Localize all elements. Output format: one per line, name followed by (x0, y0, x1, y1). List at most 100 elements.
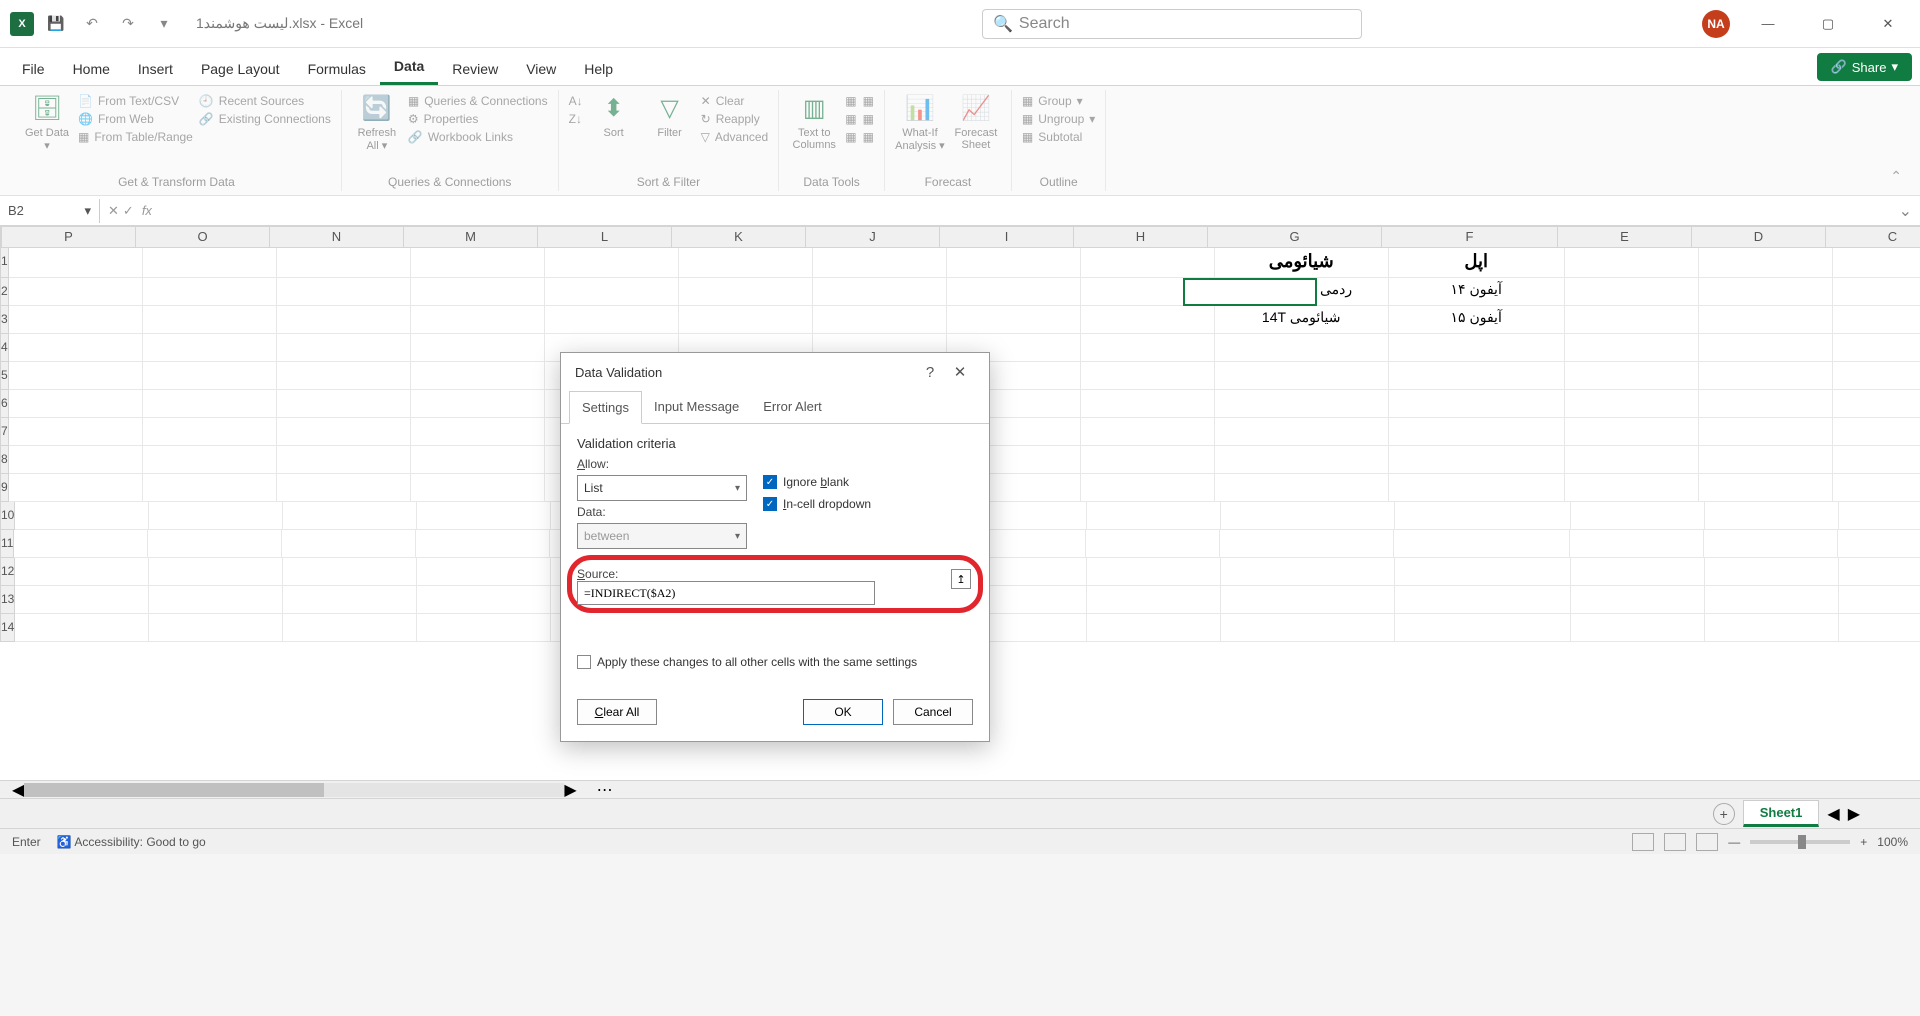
advanced-filter[interactable]: ▽ Advanced (701, 130, 769, 144)
range-picker-icon[interactable]: ↥ (951, 569, 971, 589)
cell-J3[interactable] (813, 306, 947, 334)
col-header-O[interactable]: O (136, 226, 270, 248)
cell-K2[interactable] (679, 278, 813, 306)
col-header-N[interactable]: N (270, 226, 404, 248)
zoom-slider[interactable] (1750, 840, 1850, 844)
cell-M11[interactable] (416, 530, 550, 558)
cell-G9[interactable] (1215, 474, 1389, 502)
cell-P2[interactable] (9, 278, 143, 306)
cell-M2[interactable] (411, 278, 545, 306)
cell-H11[interactable] (1086, 530, 1220, 558)
cell-G13[interactable] (1221, 586, 1395, 614)
col-header-K[interactable]: K (672, 226, 806, 248)
cell-J2[interactable] (813, 278, 947, 306)
properties[interactable]: ⚙ Properties (408, 112, 548, 126)
cell-G14[interactable] (1221, 614, 1395, 642)
cell-C10[interactable] (1839, 502, 1920, 530)
cell-P8[interactable] (9, 446, 143, 474)
cell-M10[interactable] (417, 502, 551, 530)
cell-E5[interactable] (1565, 362, 1699, 390)
cell-O6[interactable] (143, 390, 277, 418)
cell-P4[interactable] (9, 334, 143, 362)
cell-M9[interactable] (411, 474, 545, 502)
cell-K3[interactable] (679, 306, 813, 334)
cell-G8[interactable] (1215, 446, 1389, 474)
recent-sources[interactable]: 🕘 Recent Sources (199, 94, 331, 108)
name-box[interactable]: B2▾ (0, 199, 100, 223)
text-to-columns-button[interactable]: ▥Text to Columns (789, 94, 839, 151)
col-header-E[interactable]: E (1558, 226, 1692, 248)
cell-H12[interactable] (1087, 558, 1221, 586)
cell-G10[interactable] (1221, 502, 1395, 530)
cell-N13[interactable] (283, 586, 417, 614)
cell-M12[interactable] (417, 558, 551, 586)
cell-P3[interactable] (9, 306, 143, 334)
cell-E8[interactable] (1565, 446, 1699, 474)
cell-G5[interactable] (1215, 362, 1389, 390)
more-icon[interactable]: ⋯ (597, 780, 613, 800)
cancel-formula-icon[interactable]: ✕ (108, 203, 119, 219)
cell-I2[interactable] (947, 278, 1081, 306)
cell-E3[interactable] (1565, 306, 1699, 334)
cell-M5[interactable] (411, 362, 545, 390)
queries-connections[interactable]: ▦ Queries & Connections (408, 94, 548, 108)
cell-O11[interactable] (148, 530, 282, 558)
col-header-I[interactable]: I (940, 226, 1074, 248)
cell-C13[interactable] (1839, 586, 1920, 614)
cell-F1[interactable]: اپل (1389, 248, 1565, 278)
row-header[interactable]: 7 (0, 418, 9, 446)
cell-E7[interactable] (1565, 418, 1699, 446)
col-header-M[interactable]: M (404, 226, 538, 248)
cell-N11[interactable] (282, 530, 416, 558)
cell-C11[interactable] (1838, 530, 1920, 558)
flash-fill[interactable]: ▦ (845, 94, 856, 108)
cell-M8[interactable] (411, 446, 545, 474)
clear-all-button[interactable]: Clear All (577, 699, 657, 725)
cell-N2[interactable] (277, 278, 411, 306)
cell-F7[interactable] (1389, 418, 1565, 446)
close-icon[interactable]: ✕ (1866, 8, 1910, 40)
cell-F6[interactable] (1389, 390, 1565, 418)
cell-O1[interactable] (143, 248, 277, 278)
row-header[interactable]: 14 (0, 614, 15, 642)
collapse-ribbon-icon[interactable]: ⌃ (1884, 162, 1908, 191)
cell-D11[interactable] (1704, 530, 1838, 558)
filter-button[interactable]: ▽Filter (645, 94, 695, 139)
cell-E12[interactable] (1571, 558, 1705, 586)
cell-I1[interactable] (947, 248, 1081, 278)
cell-N3[interactable] (277, 306, 411, 334)
sheet-tab[interactable]: Sheet1 (1743, 800, 1820, 827)
cell-F10[interactable] (1395, 502, 1571, 530)
cell-P10[interactable] (15, 502, 149, 530)
cell-C12[interactable] (1839, 558, 1920, 586)
zoom-out-icon[interactable]: — (1728, 835, 1740, 849)
scroll-right-icon[interactable]: ▶ (564, 780, 576, 800)
cell-D14[interactable] (1705, 614, 1839, 642)
cell-E11[interactable] (1570, 530, 1704, 558)
zoom-level[interactable]: 100% (1877, 835, 1908, 849)
cell-H3[interactable] (1081, 306, 1215, 334)
data-validation[interactable]: ▦ (845, 130, 856, 144)
cell-M6[interactable] (411, 390, 545, 418)
ungroup-button[interactable]: ▦ Ungroup ▾ (1022, 112, 1095, 126)
incell-dropdown-checkbox[interactable]: ✓In-cell dropdown (763, 497, 871, 511)
cell-P6[interactable] (9, 390, 143, 418)
cell-L3[interactable] (545, 306, 679, 334)
cell-O8[interactable] (143, 446, 277, 474)
cell-O7[interactable] (143, 418, 277, 446)
sort-button[interactable]: ⬍Sort (589, 94, 639, 139)
cell-M13[interactable] (417, 586, 551, 614)
cell-H13[interactable] (1087, 586, 1221, 614)
cell-D9[interactable] (1699, 474, 1833, 502)
cell-O9[interactable] (143, 474, 277, 502)
apply-all-checkbox[interactable]: Apply these changes to all other cells w… (577, 655, 973, 669)
sort-za[interactable]: Z↓ (569, 112, 583, 126)
menu-file[interactable]: File (8, 53, 59, 85)
sort-az[interactable]: A↓ (569, 94, 583, 108)
cell-E14[interactable] (1571, 614, 1705, 642)
cell-N14[interactable] (283, 614, 417, 642)
cell-G2[interactable]: ردمی نوت ۱۳ 4G (1215, 278, 1389, 306)
cell-P12[interactable] (15, 558, 149, 586)
col-header-P[interactable]: P (2, 226, 136, 248)
menu-view[interactable]: View (512, 53, 570, 85)
